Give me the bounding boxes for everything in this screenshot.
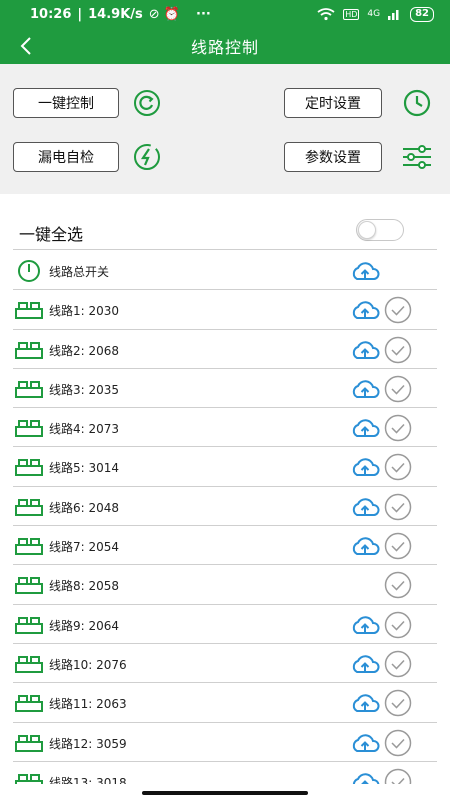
line-row[interactable]: 线路7: 2054: [13, 526, 437, 566]
line-row[interactable]: 线路10: 2076: [13, 644, 437, 684]
cloud-upload-icon[interactable]: [349, 298, 381, 322]
line-row[interactable]: 线路3: 2035: [13, 369, 437, 409]
line-label: 线路8: 2058: [49, 579, 120, 594]
cloud-upload-icon[interactable]: [349, 613, 381, 637]
check-circle-icon[interactable]: [384, 571, 412, 599]
page-title: 线路控制: [190, 38, 259, 57]
line-row[interactable]: 线路2: 2068: [13, 330, 437, 369]
line-label: 线路13: 3018: [49, 775, 127, 784]
line-row[interactable]: 线路1: 2030: [13, 290, 437, 330]
timer-settings-button[interactable]: 定时设置: [284, 88, 382, 118]
toggle-knob: [358, 221, 376, 239]
breaker-icon: [13, 732, 45, 754]
cloud-upload-icon[interactable]: [349, 495, 381, 519]
line-row[interactable]: 线路12: 3059: [13, 723, 437, 762]
clock-icon[interactable]: [402, 88, 432, 118]
network-speed: 14.9K/s: [88, 6, 143, 22]
check-circle-icon[interactable]: [384, 768, 412, 784]
line-list: 线路总开关 线路1: 2030 线路2: 2068 线路3: 2035 线路4: 20…: [13, 251, 437, 784]
param-settings-button[interactable]: 参数设置: [284, 142, 382, 172]
check-circle-icon[interactable]: [384, 689, 412, 717]
one-key-control-button[interactable]: 一键控制: [13, 88, 119, 118]
cloud-upload-icon[interactable]: [349, 731, 381, 755]
breaker-icon: [13, 614, 45, 636]
select-all-toggle[interactable]: [356, 219, 404, 241]
clock: 10:26: [30, 6, 72, 22]
breaker-icon: [13, 535, 45, 557]
cloud-upload-icon[interactable]: [349, 338, 381, 362]
line-label: 线路7: 2054: [49, 540, 120, 555]
hd-badge: HD: [343, 8, 360, 20]
line-row[interactable]: 线路4: 2073: [13, 408, 437, 448]
cloud-upload-icon[interactable]: [349, 770, 381, 784]
line-label: 线路9: 2064: [49, 618, 120, 633]
cloud-upload-icon[interactable]: [349, 259, 381, 283]
home-indicator: [142, 791, 308, 795]
more-dots-icon: ···: [196, 6, 211, 22]
line-row[interactable]: 线路13: 3018: [13, 762, 437, 784]
cloud-upload-icon[interactable]: [349, 534, 381, 558]
breaker-icon: [13, 771, 45, 784]
breaker-icon: [13, 417, 45, 439]
check-circle-icon[interactable]: [384, 453, 412, 481]
power-icon: [13, 260, 45, 282]
refresh-circle-icon[interactable]: [132, 88, 162, 118]
leak-check-icon[interactable]: [132, 142, 162, 172]
line-row[interactable]: 线路9: 2064: [13, 605, 437, 644]
line-label: 线路2: 2068: [49, 343, 120, 358]
app-header: 线路控制: [0, 28, 450, 64]
line-label: 线路10: 2076: [49, 657, 127, 672]
check-circle-icon[interactable]: [384, 493, 412, 521]
line-row[interactable]: 线路11: 2063: [13, 683, 437, 723]
notification-icons: ⊘ ⏰: [148, 6, 180, 22]
breaker-icon: [13, 692, 45, 714]
battery-level: 82: [410, 6, 434, 22]
line-row[interactable]: 线路5: 3014: [13, 447, 437, 487]
control-panel: 一键控制 定时设置 漏电自检 参数设置: [0, 64, 450, 194]
main-switch-row[interactable]: 线路总开关: [13, 251, 437, 291]
line-label: 线路12: 3059: [49, 736, 127, 751]
sliders-icon[interactable]: [402, 142, 432, 172]
breaker-icon: [13, 378, 45, 400]
breaker-icon: [13, 653, 45, 675]
check-circle-icon[interactable]: [384, 336, 412, 364]
select-all-label: 一键全选: [19, 225, 84, 244]
check-circle-icon[interactable]: [384, 611, 412, 639]
cloud-upload-icon[interactable]: [349, 691, 381, 715]
leak-self-check-button[interactable]: 漏电自检: [13, 142, 119, 172]
wifi-icon: [317, 7, 335, 20]
line-label: 线路4: 2073: [49, 422, 120, 437]
cloud-upload-icon[interactable]: [349, 455, 381, 479]
breaker-icon: [13, 574, 45, 596]
line-label: 线路3: 2035: [49, 382, 120, 397]
check-circle-icon[interactable]: [384, 532, 412, 560]
check-circle-icon[interactable]: [384, 414, 412, 442]
cloud-upload-icon[interactable]: [349, 377, 381, 401]
cloud-upload-icon[interactable]: [349, 416, 381, 440]
line-label: 线路5: 3014: [49, 461, 120, 476]
breaker-icon: [13, 339, 45, 361]
breaker-icon: [13, 496, 45, 518]
cloud-upload-icon[interactable]: [349, 652, 381, 676]
select-all-row: 一键全选: [13, 210, 437, 250]
check-circle-icon[interactable]: [384, 650, 412, 678]
line-label: 线路1: 2030: [49, 304, 120, 319]
line-row[interactable]: 线路8: 2058: [13, 565, 437, 605]
line-row[interactable]: 线路6: 2048: [13, 487, 437, 527]
check-circle-icon[interactable]: [384, 375, 412, 403]
main-switch-label: 线路总开关: [49, 265, 110, 279]
breaker-icon: [13, 299, 45, 321]
check-circle-icon[interactable]: [384, 296, 412, 324]
line-label: 线路11: 2063: [49, 697, 127, 712]
signal-icon: [388, 10, 399, 20]
check-circle-icon[interactable]: [384, 729, 412, 757]
status-bar: 10:26 | 14.9K/s ⊘ ⏰ ··· HD 4G 82: [0, 0, 450, 28]
line-label: 线路6: 2048: [49, 500, 120, 515]
signal-label: 4G: [367, 9, 381, 19]
breaker-icon: [13, 456, 45, 478]
